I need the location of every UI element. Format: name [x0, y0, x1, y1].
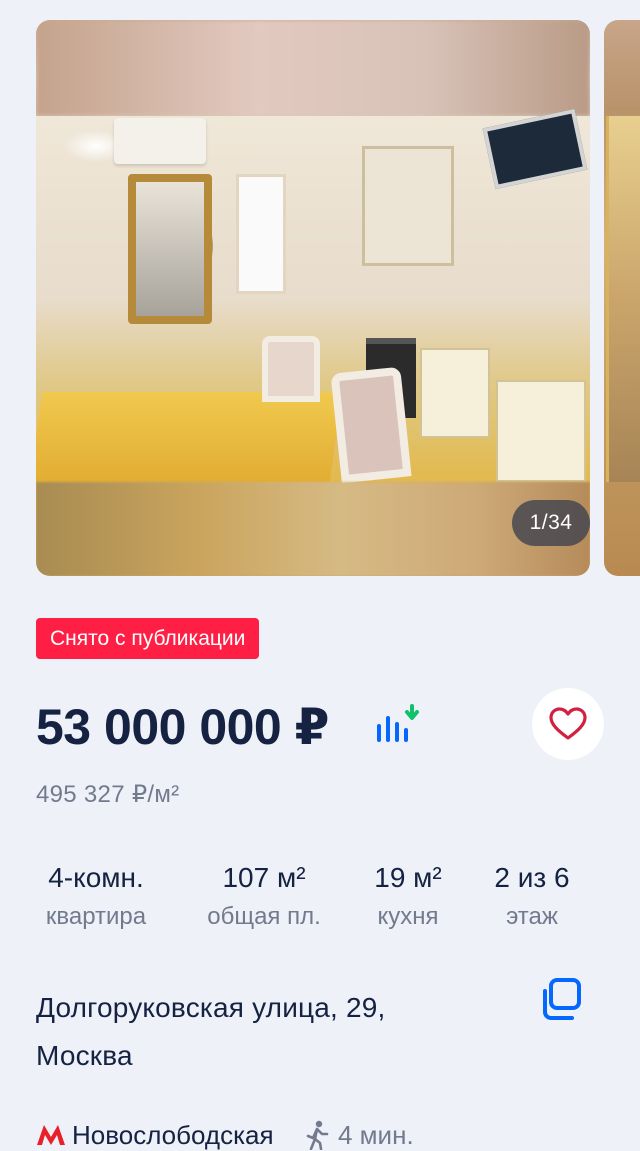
metro-icon [37, 1125, 65, 1145]
spec-kitchen-area: 19 м² кухня [362, 858, 454, 936]
price-value: 53 000 000 ₽ [36, 699, 329, 755]
heart-icon [549, 707, 587, 740]
photo-detail-ac [114, 118, 206, 164]
photo-detail-hood [362, 146, 454, 266]
favorite-button[interactable] [532, 688, 604, 760]
spec-value: 2 из 6 [494, 862, 570, 893]
photo-next-image [606, 116, 640, 482]
photo-detail-cabinet [496, 380, 586, 482]
spec-value: 4-комн. [48, 862, 144, 893]
photo-counter: 1/34 [512, 500, 590, 546]
address-line-1: Долгоруковская улица, 29, [36, 992, 386, 1023]
price-per-meter: 495 327 ₽/м² [36, 781, 180, 808]
spec-value: 107 м² [222, 862, 306, 893]
copy-icon[interactable] [536, 974, 588, 1026]
spec-value: 19 м² [374, 862, 442, 893]
photo-blur-top [36, 20, 590, 116]
photo-blur-bottom [36, 482, 590, 576]
gallery-photo-main[interactable]: 1/34 [36, 20, 590, 576]
photo-detail-tv [482, 108, 588, 190]
photo-detail-window [236, 174, 286, 294]
price-chart-icon[interactable] [372, 702, 422, 752]
spec-rooms: 4-комн. квартира [36, 858, 156, 936]
spec-label: этаж [506, 903, 558, 930]
photo-detail-mirror [128, 174, 212, 324]
listing-page: 1/34 Снято с публикации 53 000 000 ₽ 495… [0, 0, 640, 1151]
metro-station[interactable]: Новослободская [72, 1118, 274, 1151]
kitchen-photo [36, 108, 590, 484]
spec-total-area: 107 м² общая пл. [194, 858, 334, 936]
photo-detail-chair [262, 336, 320, 402]
photo-detail-cabinet [420, 348, 490, 438]
photo-detail-table [36, 392, 343, 482]
gallery-photo-next[interactable] [604, 20, 640, 576]
spec-label: кухня [377, 903, 439, 930]
address-line-2: Москва [36, 1040, 133, 1071]
metro-info: Новослободская 4 мин. [36, 1118, 636, 1151]
spec-label: общая пл. [207, 903, 321, 930]
address: Долгоруковская улица, 29, Москва [36, 984, 496, 1080]
status-badge: Снято с публикации [36, 618, 260, 659]
spec-floor: 2 из 6 этаж [480, 858, 584, 936]
walk-time: 4 мин. [338, 1120, 414, 1150]
photo-gallery[interactable]: 1/34 [0, 20, 640, 576]
specs-row: 4-комн. квартира 107 м² общая пл. 19 м² … [36, 858, 604, 938]
walk-icon [306, 1120, 329, 1150]
photo-detail-chair [330, 366, 412, 484]
spec-label: квартира [45, 903, 147, 930]
